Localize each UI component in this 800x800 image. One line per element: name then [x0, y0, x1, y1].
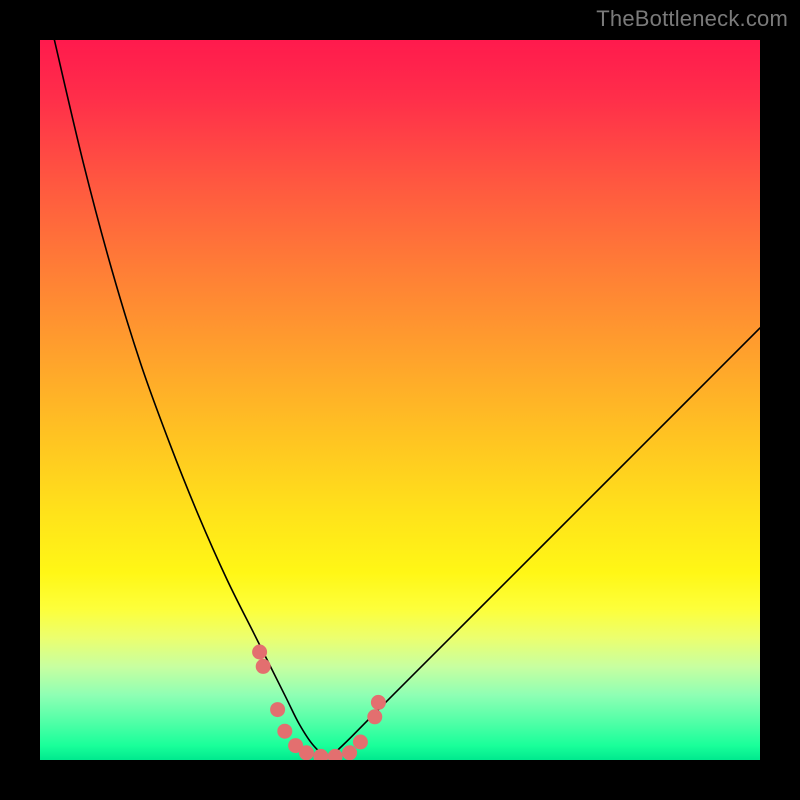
curve-marker — [342, 745, 357, 760]
curve-markers — [252, 645, 386, 761]
curve-marker — [252, 645, 267, 660]
plot-area — [40, 40, 760, 760]
curve-marker — [313, 749, 328, 760]
curve-marker — [277, 724, 292, 739]
curve-marker — [328, 749, 343, 760]
curve-marker — [256, 659, 271, 674]
bottleneck-curve — [54, 40, 760, 756]
curve-svg — [40, 40, 760, 760]
curve-marker — [270, 702, 285, 717]
watermark-text: TheBottleneck.com — [596, 6, 788, 32]
curve-marker — [367, 709, 382, 724]
curve-marker — [353, 735, 368, 750]
curve-marker — [371, 695, 386, 710]
chart-frame: TheBottleneck.com — [0, 0, 800, 800]
curve-marker — [299, 745, 314, 760]
